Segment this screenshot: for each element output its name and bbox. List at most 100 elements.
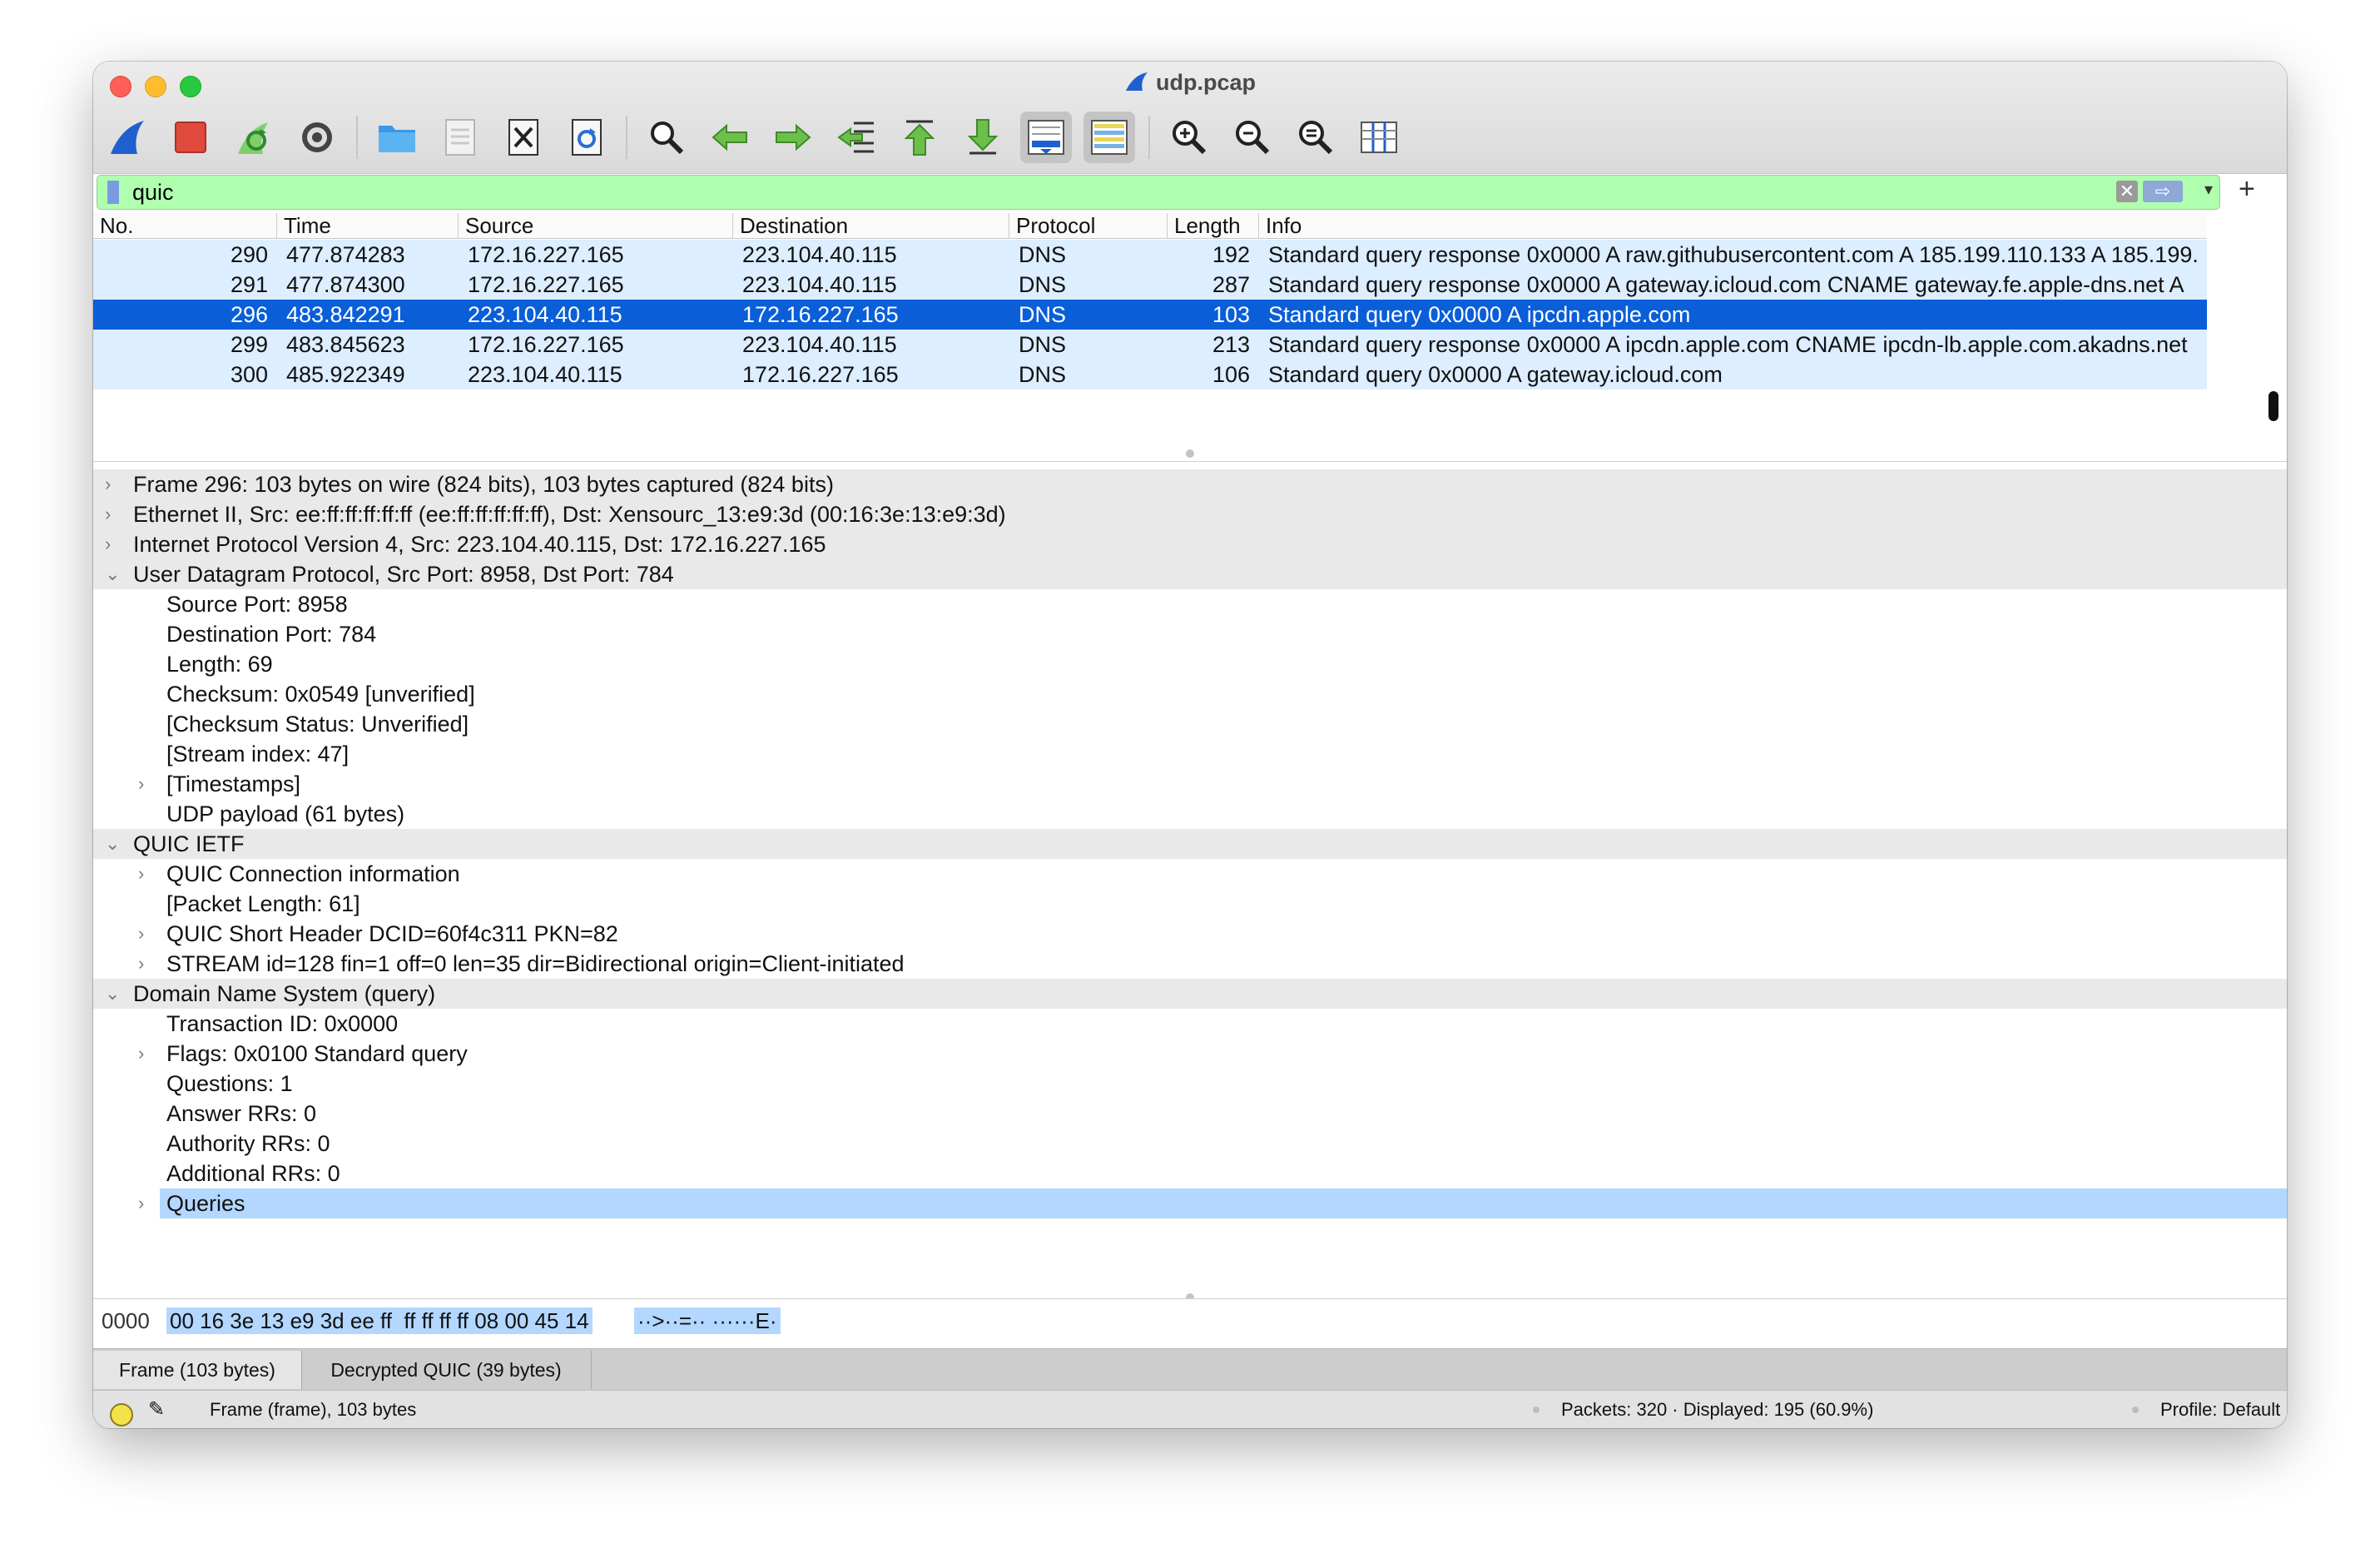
detail-tree-row[interactable]: Checksum: 0x0549 [unverified] — [93, 679, 2287, 709]
detail-tree-row[interactable]: › Frame 296: 103 bytes on wire (824 bits)… — [93, 469, 2287, 499]
add-filter-button-plus-icon[interactable]: + — [2239, 173, 2255, 206]
detail-tree-row[interactable]: › [Timestamps] — [93, 769, 2287, 799]
bookmark-icon[interactable] — [107, 181, 119, 204]
packet-row[interactable]: 299 483.845623 172.16.227.165 223.104.40.11… — [93, 330, 2207, 360]
bytes-ascii[interactable]: ··>··=·· ······E· — [634, 1307, 781, 1334]
resize-columns-icon — [1361, 122, 1397, 153]
detail-tree-row[interactable]: › QUIC Short Header DCID=60f4c311 PKN=82 — [93, 919, 2287, 949]
detail-tree-row[interactable]: ⌄ User Datagram Protocol, Src Port: 8958,… — [93, 559, 2287, 589]
tab-frame-bytes[interactable]: Frame (103 bytes) — [93, 1351, 302, 1389]
chevron-right-icon[interactable]: › — [138, 1039, 144, 1069]
window-title-text: udp.pcap — [1156, 70, 1256, 95]
detail-tree-row[interactable]: ⌄ QUIC IETF — [93, 829, 2287, 859]
go-last-packet-button[interactable] — [957, 112, 1009, 163]
detail-tree-row[interactable]: Additional RRs: 0 — [93, 1159, 2287, 1188]
close-file-icon — [508, 119, 538, 156]
chevron-right-icon[interactable]: › — [138, 769, 144, 799]
detail-tree-text: [Timestamps] — [166, 772, 301, 796]
detail-tree-text: Queries — [166, 1191, 245, 1216]
detail-tree-row[interactable]: › Ethernet II, Src: ee:ff:ff:ff:ff:ff (ee… — [93, 499, 2287, 529]
display-filter-input[interactable]: quic — [132, 178, 174, 206]
detail-tree-row[interactable]: ⌄ Domain Name System (query) — [93, 979, 2287, 1009]
column-header-time[interactable]: Time — [276, 213, 458, 238]
column-header-destination[interactable]: Destination — [732, 213, 1009, 238]
detail-tree-text: Answer RRs: 0 — [166, 1101, 317, 1126]
detail-tree-row[interactable]: Authority RRs: 0 — [93, 1129, 2287, 1159]
detail-tree-row[interactable]: [Stream index: 47] — [93, 739, 2287, 769]
restart-capture-button[interactable] — [228, 112, 280, 163]
chevron-down-icon[interactable]: ⌄ — [105, 979, 120, 1009]
detail-tree-row[interactable]: [Checksum Status: Unverified] — [93, 709, 2287, 739]
clear-filter-icon[interactable]: ✕ — [2116, 181, 2138, 202]
detail-tree-row[interactable]: › STREAM id=128 fin=1 off=0 len=35 dir=Bi… — [93, 949, 2287, 979]
detail-tree-text: QUIC IETF — [133, 831, 245, 856]
colorize-button[interactable] — [1083, 112, 1135, 163]
detail-tree-text: [Packet Length: 61] — [166, 891, 360, 916]
tab-decrypted-quic[interactable]: Decrypted QUIC (39 bytes) — [301, 1351, 592, 1389]
go-forward-button[interactable] — [767, 112, 819, 163]
chevron-right-icon[interactable]: › — [138, 1188, 144, 1218]
column-header-length[interactable]: Length — [1167, 213, 1258, 238]
zoom-in-button[interactable] — [1163, 112, 1215, 163]
detail-tree-row[interactable]: › Internet Protocol Version 4, Src: 223.1… — [93, 529, 2287, 559]
bytes-offset: 0000 — [102, 1308, 150, 1333]
apply-filter-arrow-icon[interactable]: ⇨ — [2143, 181, 2183, 202]
zoom-out-button[interactable] — [1227, 112, 1278, 163]
column-header-no[interactable]: No. — [93, 213, 276, 238]
save-file-button[interactable] — [434, 112, 486, 163]
detail-tree-row[interactable]: UDP payload (61 bytes) — [93, 799, 2287, 829]
close-file-button[interactable] — [498, 112, 549, 163]
chevron-right-icon[interactable]: › — [105, 499, 111, 529]
display-filter-bar[interactable]: quic ✕ ⇨ ▾ — [97, 175, 2220, 210]
packet-cell-info: Standard query 0x0000 A gateway.icloud.c… — [1268, 362, 1723, 387]
packet-row[interactable]: 291 477.874300 172.16.227.165 223.104.40.11… — [93, 270, 2207, 300]
filter-history-dropdown-icon[interactable]: ▾ — [2204, 179, 2213, 200]
column-header-info[interactable]: Info — [1258, 213, 2207, 238]
chevron-right-icon[interactable]: › — [138, 859, 144, 889]
packet-row[interactable]: 290 477.874283 172.16.227.165 223.104.40.11… — [93, 240, 2207, 270]
detail-tree-row[interactable]: › Queries — [138, 1188, 2287, 1218]
chevron-down-icon[interactable]: ⌄ — [105, 829, 120, 859]
detail-tree-row[interactable]: › Flags: 0x0100 Standard query — [93, 1039, 2287, 1069]
packet-row[interactable]: 300 485.922349 223.104.40.115 172.16.227.16… — [93, 360, 2207, 389]
packet-row[interactable]: 296 483.842291 223.104.40.115 172.16.227.16… — [93, 300, 2207, 330]
detail-tree-row[interactable]: › QUIC Connection information — [93, 859, 2287, 889]
go-back-button[interactable] — [704, 112, 756, 163]
stop-capture-button[interactable] — [165, 112, 216, 163]
detail-tree-row[interactable]: Source Port: 8958 — [93, 589, 2287, 619]
chevron-down-icon[interactable]: ⌄ — [105, 559, 120, 589]
column-header-source[interactable]: Source — [458, 213, 732, 238]
column-header-protocol[interactable]: Protocol — [1009, 213, 1167, 238]
autoscroll-button[interactable] — [1020, 112, 1072, 163]
chevron-right-icon[interactable]: › — [138, 919, 144, 949]
bytes-hex[interactable]: 00 16 3e 13 e9 3d ee ff ff ff ff ff 08 0… — [166, 1307, 593, 1334]
reload-file-button[interactable] — [561, 112, 612, 163]
detail-tree-row[interactable]: Answer RRs: 0 — [93, 1099, 2287, 1129]
zoom-reset-button[interactable] — [1290, 112, 1341, 163]
detail-tree-text: UDP payload (61 bytes) — [166, 801, 405, 826]
resize-columns-button[interactable] — [1353, 112, 1405, 163]
capture-options-button[interactable] — [291, 112, 343, 163]
packet-list-scrollbar[interactable] — [2268, 391, 2278, 421]
packet-cell-protocol: DNS — [1019, 272, 1067, 297]
open-file-button[interactable] — [371, 112, 423, 163]
status-profile[interactable]: Profile: Default — [2160, 1391, 2280, 1428]
go-to-packet-button[interactable] — [831, 112, 882, 163]
pane-splitter-handle[interactable] — [1186, 449, 1194, 458]
detail-tree-row[interactable]: Length: 69 — [93, 649, 2287, 679]
detail-tree-row[interactable]: Transaction ID: 0x0000 — [93, 1009, 2287, 1039]
chevron-right-icon[interactable]: › — [105, 469, 111, 499]
find-packet-button[interactable] — [641, 112, 692, 163]
chevron-right-icon[interactable]: › — [138, 949, 144, 979]
detail-tree-row[interactable]: [Packet Length: 61] — [93, 889, 2287, 919]
colorize-icon — [1091, 120, 1128, 155]
expert-info-status-icon[interactable] — [110, 1403, 133, 1426]
detail-tree-text: [Stream index: 47] — [166, 742, 350, 767]
detail-tree-row[interactable]: Destination Port: 784 — [93, 619, 2287, 649]
start-capture-button[interactable] — [102, 112, 153, 163]
go-first-packet-button[interactable] — [894, 112, 945, 163]
title-toolbar-area: udp.pcap — [93, 62, 2287, 174]
capture-comment-icon[interactable]: ✎ — [148, 1391, 165, 1428]
chevron-right-icon[interactable]: › — [105, 529, 111, 559]
detail-tree-row[interactable]: Questions: 1 — [93, 1069, 2287, 1099]
